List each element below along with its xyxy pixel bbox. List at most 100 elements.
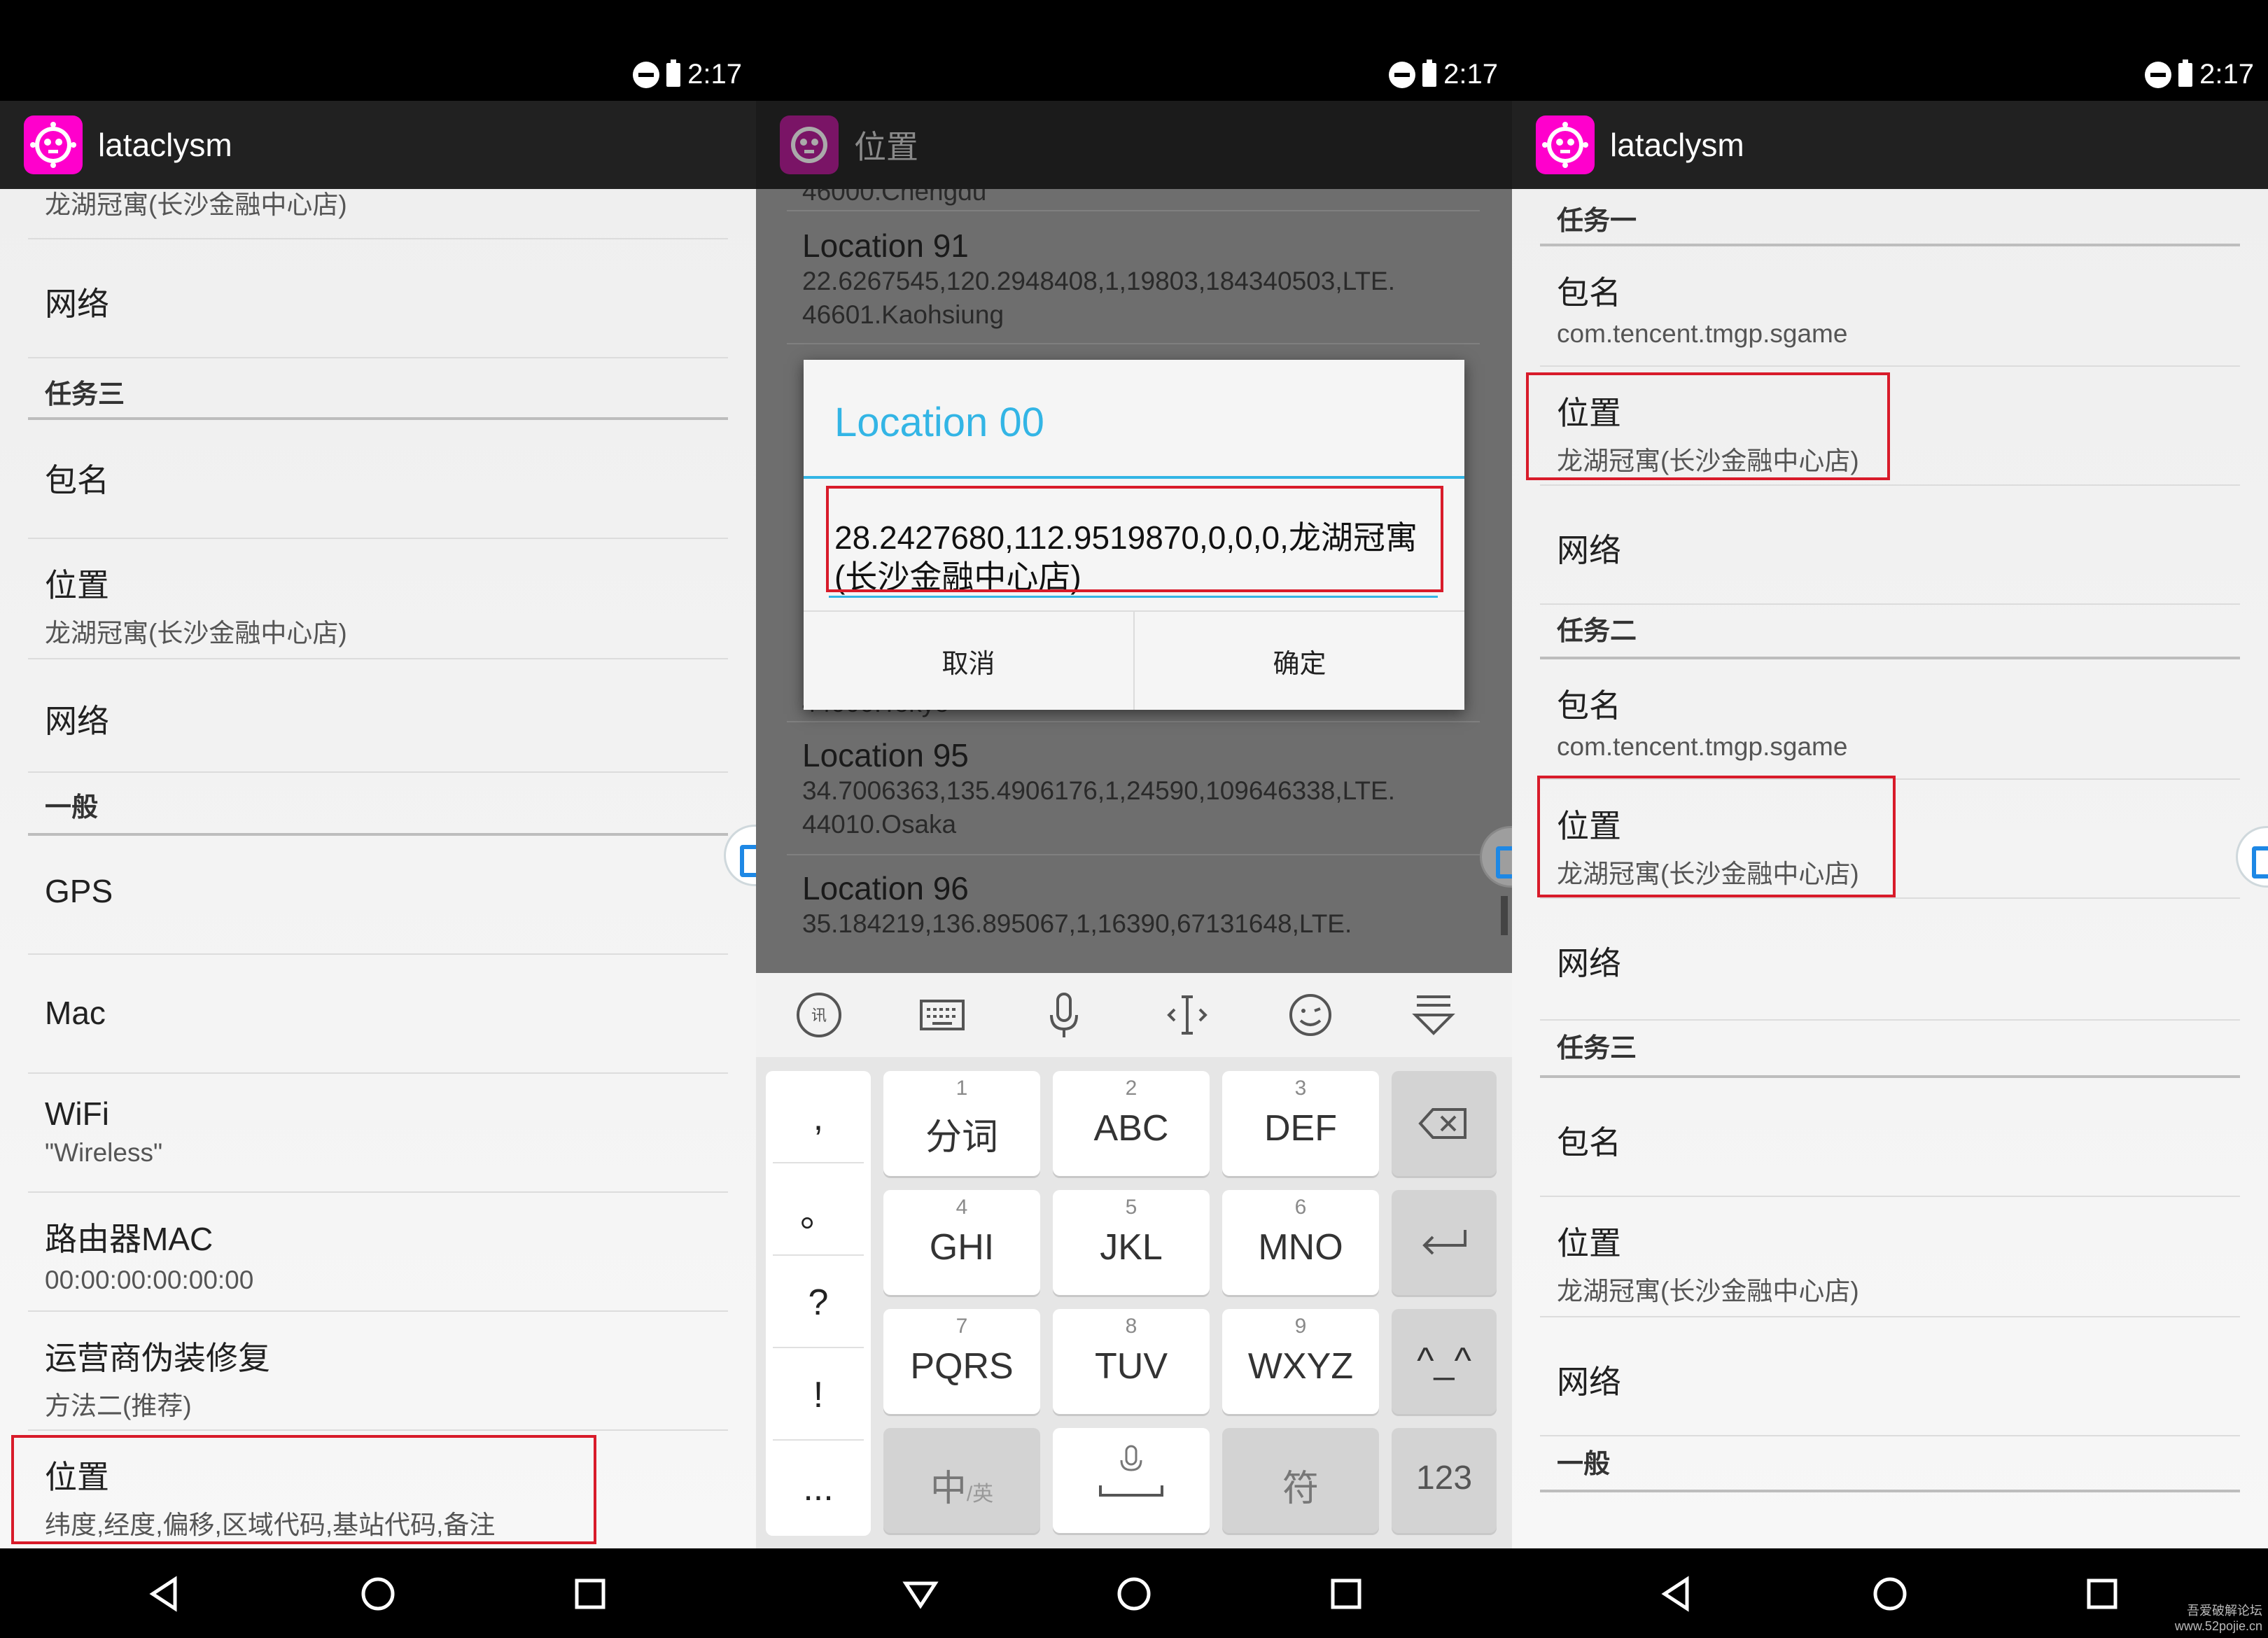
punct-key[interactable]: 。 (773, 1166, 864, 1256)
punct-key[interactable]: ... (773, 1443, 864, 1533)
action-bar: lataclysm (0, 101, 756, 189)
back-icon[interactable] (140, 1569, 189, 1618)
highlight-box (1537, 776, 1896, 897)
highlight-box (826, 486, 1443, 592)
phone-screen-center: 2:17 位置 46000.Chengdu Location 91 22.626… (756, 0, 1512, 1638)
floating-handle-icon[interactable] (2236, 826, 2268, 888)
punct-key[interactable]: ! (773, 1351, 864, 1441)
list-item-package[interactable]: 包名 (1540, 1078, 2240, 1197)
list-item-package[interactable]: 包名 (28, 420, 728, 539)
settings-list[interactable]: 龙湖冠寓(长沙金融中心店) 网络 任务三 包名 位置 龙湖冠寓(长沙金融中心店)… (0, 189, 756, 1548)
home-icon[interactable] (1110, 1569, 1158, 1618)
navigation-bar: 吾爱破解论坛 www.52pojie.cn (1512, 1548, 2268, 1638)
back-icon[interactable] (1652, 1569, 1701, 1618)
location-item[interactable]: Location 96 35.184219,136.895067,1,16390… (787, 855, 1480, 973)
backspace-icon (1418, 1108, 1466, 1139)
highlight-box (1526, 372, 1890, 480)
battery-icon (666, 59, 681, 87)
list-item-network[interactable]: 网络 (1540, 486, 2240, 605)
key-3[interactable]: 3 DEF (1222, 1071, 1379, 1176)
key-9[interactable]: 9 WXYZ (1222, 1309, 1379, 1414)
list-item-network[interactable]: 网络 (1540, 899, 2240, 1021)
list-item[interactable]: 46000.Chengdu (787, 189, 1480, 211)
backspace-key[interactable] (1392, 1071, 1497, 1176)
symbols-key[interactable]: 符 (1222, 1428, 1379, 1533)
key-6[interactable]: 6 MNO (1222, 1190, 1379, 1295)
category-header: 任务二 (1540, 609, 2240, 659)
keyboard-layout-icon[interactable] (914, 987, 970, 1043)
phone-screen-right: 2:17 lataclysm 任务一 包名 com.tencent.tmgp.s… (1512, 0, 2268, 1638)
emoticon-key[interactable]: ^_^ (1392, 1309, 1497, 1414)
home-icon[interactable] (354, 1569, 402, 1618)
cancel-button[interactable]: 取消 (804, 612, 1133, 710)
emoji-icon[interactable] (1282, 987, 1338, 1043)
settings-list[interactable]: 任务一 包名 com.tencent.tmgp.sgame 位置 龙湖冠寓(长沙… (1512, 189, 2268, 1548)
hide-keyboard-icon[interactable] (1406, 987, 1462, 1043)
status-time: 2:17 (687, 59, 742, 90)
dialog-title: Location 00 (834, 400, 1044, 445)
phone-screen-left: 2:17 lataclysm 龙湖冠寓(长沙金融中心店) 网络 任务三 包名 位… (0, 0, 756, 1638)
floating-handle-icon[interactable] (1480, 826, 1512, 888)
category-header: 一般 (1540, 1442, 2240, 1492)
list-item-network[interactable]: 网络 (28, 659, 728, 773)
list-item-mac[interactable]: Mac (28, 955, 728, 1074)
navigation-bar (0, 1548, 756, 1638)
status-bar: 2:17 (756, 0, 1512, 101)
scrollbar[interactable] (1501, 896, 1508, 935)
numbers-key[interactable]: 123 (1392, 1428, 1497, 1533)
list-item-location[interactable]: 位置 龙湖冠寓(长沙金融中心店) (28, 539, 728, 659)
location-item[interactable]: Location 91 22.6267545,120.2948408,1,198… (787, 211, 1480, 344)
app-title: lataclysm (1610, 127, 1744, 163)
screen-title: 位置 (854, 129, 918, 165)
status-bar: 2:17 (1512, 0, 2268, 101)
back-down-icon[interactable] (896, 1569, 945, 1618)
cursor-move-icon[interactable] (1159, 987, 1215, 1043)
location-item[interactable]: Location 95 34.7006363,135.4906176,1,245… (787, 722, 1480, 855)
status-time: 2:17 (2199, 59, 2254, 90)
battery-icon (1422, 59, 1437, 87)
key-5[interactable]: 5 JKL (1053, 1190, 1210, 1295)
microphone-icon[interactable] (1036, 987, 1092, 1043)
list-item-wifi[interactable]: WiFi "Wireless" (28, 1074, 728, 1193)
home-icon[interactable] (1865, 1569, 1914, 1618)
list-item-router-mac[interactable]: 路由器MAC 00:00:00:00:00:00 (28, 1193, 728, 1312)
punct-key[interactable]: ? (773, 1259, 864, 1348)
enter-icon (1422, 1230, 1466, 1255)
space-key[interactable] (1053, 1428, 1210, 1533)
list-item-package[interactable]: 包名 com.tencent.tmgp.sgame (1540, 246, 2240, 367)
floating-handle-icon[interactable] (724, 825, 756, 886)
navigation-bar (756, 1548, 1512, 1638)
recent-apps-icon[interactable] (2078, 1569, 2127, 1618)
svg-text:讯: 讯 (811, 1007, 827, 1025)
list-item-carrier-fix[interactable]: 运营商伪装修复 方法二(推荐) (28, 1312, 728, 1431)
list-item[interactable]: 龙湖冠寓(长沙金融中心店) (28, 189, 728, 239)
category-header: 一般 (28, 785, 728, 836)
list-item-package[interactable]: 包名 com.tencent.tmgp.sgame (1540, 659, 2240, 780)
key-8[interactable]: 8 TUV (1053, 1309, 1210, 1414)
list-item-gps[interactable]: GPS (28, 836, 728, 955)
ok-button[interactable]: 确定 (1133, 612, 1464, 710)
category-header: 任务一 (1540, 189, 2240, 246)
recent-apps-icon[interactable] (566, 1569, 615, 1618)
enter-key[interactable] (1392, 1190, 1497, 1295)
battery-icon (2178, 59, 2193, 87)
key-4[interactable]: 4 GHI (883, 1190, 1040, 1295)
action-bar: 位置 (756, 101, 1512, 189)
ime-logo-icon[interactable]: 讯 (791, 987, 847, 1043)
key-2[interactable]: 2 ABC (1053, 1071, 1210, 1176)
list-item-location[interactable]: 位置 龙湖冠寓(长沙金融中心店) (1540, 1197, 2240, 1317)
language-switch-key[interactable]: 中/英 (883, 1428, 1040, 1533)
dialog-buttons: 取消 确定 (804, 610, 1464, 710)
list-item-network[interactable]: 网络 (1540, 1317, 2240, 1436)
recent-apps-icon[interactable] (1322, 1569, 1371, 1618)
do-not-disturb-icon (2145, 61, 2172, 88)
highlight-box (11, 1435, 596, 1544)
app-logo-icon (1536, 115, 1595, 174)
app-logo-icon (780, 115, 839, 174)
punct-key[interactable]: , (773, 1074, 864, 1163)
list-item-network[interactable]: 网络 (28, 239, 728, 358)
space-mic-icon (1099, 1445, 1163, 1497)
key-1[interactable]: 1 分词 (883, 1071, 1040, 1176)
key-7[interactable]: 7 PQRS (883, 1309, 1040, 1414)
app-title: lataclysm (98, 127, 232, 163)
